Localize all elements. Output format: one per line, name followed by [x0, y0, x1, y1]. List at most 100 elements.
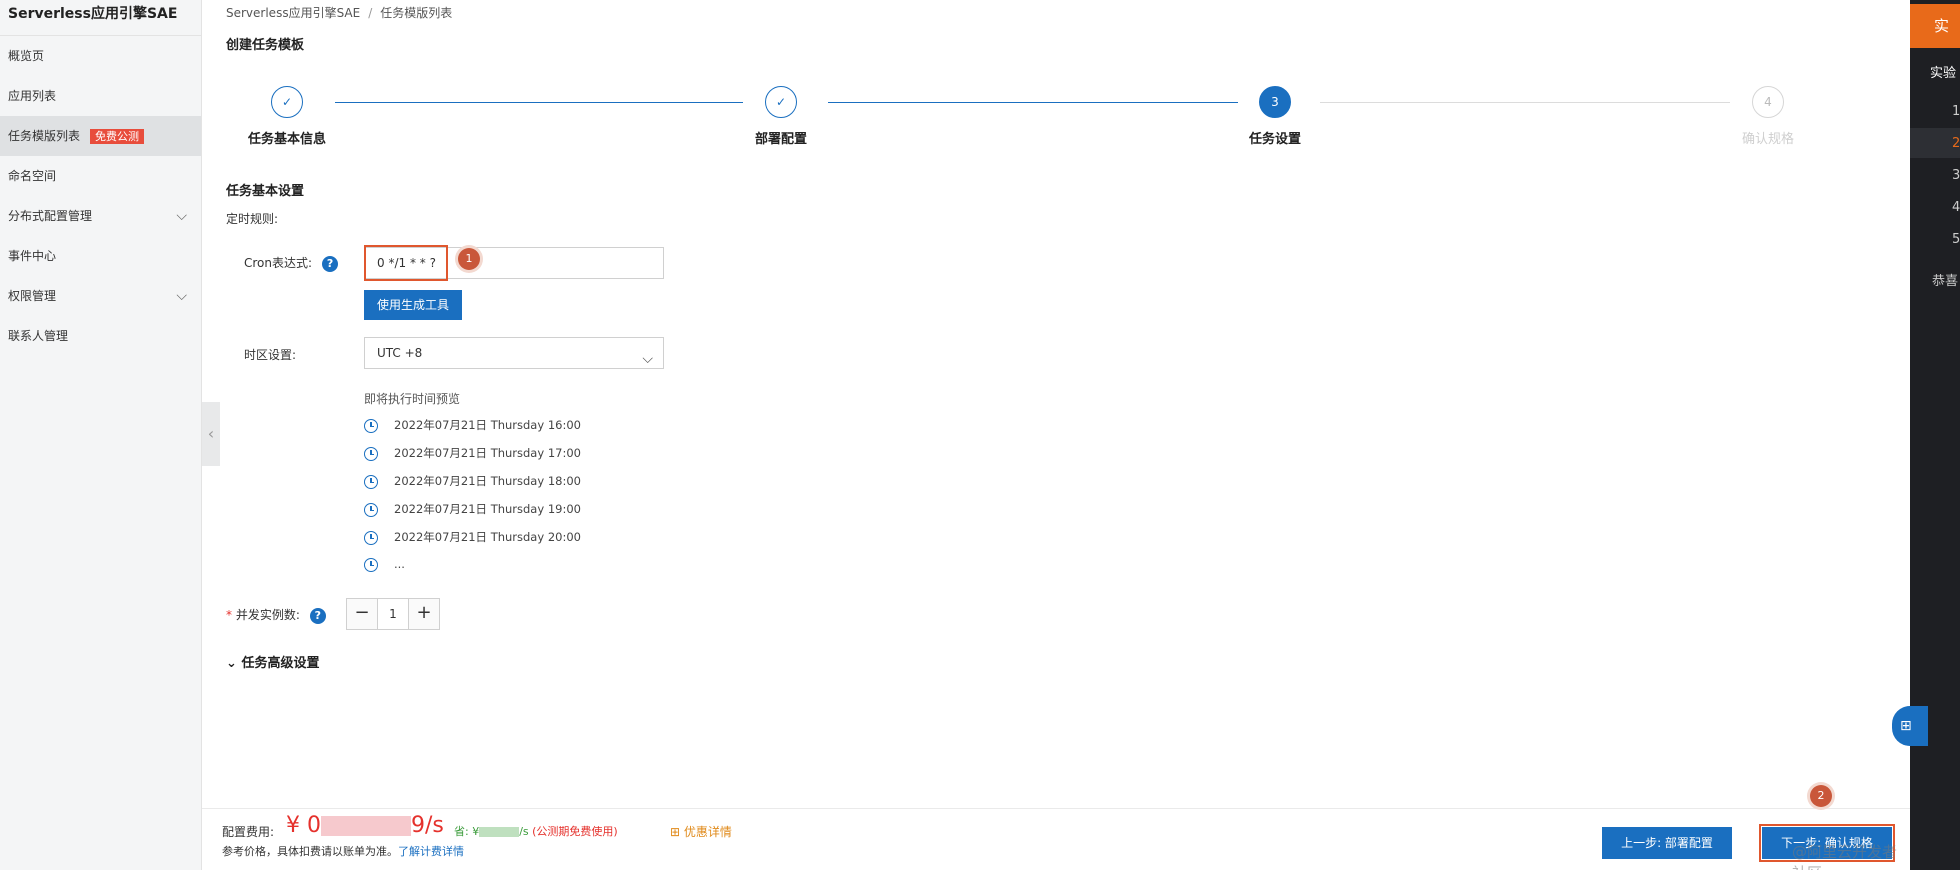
step-label: 确认规格 [1741, 132, 1794, 147]
step-label: 任务设置 [1248, 132, 1301, 147]
lab-step-number[interactable]: 3 [1952, 168, 1960, 183]
clock-icon [364, 502, 378, 517]
annotation-highlight [364, 245, 448, 281]
clock-icon [364, 557, 378, 572]
preview-time: 2022年07月21日 Thursday 18:00 [394, 474, 581, 488]
lab-heading: 实验 [1930, 66, 1957, 81]
fee-prefix: ¥ 0 [286, 813, 321, 838]
clock-icon [364, 446, 378, 461]
page-title: 创建任务模板 [226, 38, 305, 53]
sidebar-collapse-handle[interactable]: ‹ [202, 402, 220, 466]
watermark: @阿里云开发者社区 [1792, 843, 1898, 870]
decrement-button[interactable]: − [347, 599, 377, 629]
lab-congrats: 恭喜 [1932, 274, 1959, 289]
sidebar-item-event-center[interactable]: 事件中心 [0, 236, 201, 276]
lab-tab[interactable]: 实验 [1910, 4, 1960, 48]
breadcrumb-current[interactable]: 任务模版列表 [380, 6, 452, 20]
lab-step-number[interactable]: 4 [1952, 200, 1960, 215]
sidebar-item-namespaces[interactable]: 命名空间 [0, 156, 201, 196]
list-item: 2022年07月21日 Thursday 20:00 [364, 529, 581, 549]
sidebar-item-label: 事件中心 [8, 249, 57, 263]
breadcrumb-root[interactable]: Serverless应用引擎SAE [226, 6, 360, 20]
required-mark: * [226, 608, 232, 622]
help-icon[interactable]: ? [322, 255, 339, 272]
preview-title: 即将执行时间预览 [364, 392, 461, 406]
clock-icon [364, 474, 378, 489]
preview-time: 2022年07月21日 Thursday 17:00 [394, 446, 581, 460]
step-label: 部署配置 [754, 132, 807, 147]
chevron-down-icon: ⌄ [226, 656, 237, 671]
list-item: 2022年07月21日 Thursday 16:00 [364, 417, 581, 437]
lab-step-number[interactable]: 2 [1952, 136, 1960, 151]
step-deploy-config: ✓ 部署配置 [701, 86, 861, 147]
help-icon[interactable]: ? [309, 607, 326, 624]
fee-suffix: 9/s [411, 813, 444, 838]
gift-icon: ⊞ [670, 825, 681, 839]
sidebar-item-contacts[interactable]: 联系人管理 [0, 316, 201, 356]
use-generator-button[interactable]: 使用生成工具 [364, 290, 462, 320]
sidebar-item-config-management[interactable]: 分布式配置管理 ⌵ [0, 196, 201, 236]
sidebar-item-label: 权限管理 [8, 289, 57, 303]
check-icon: ✓ [765, 86, 797, 118]
increment-button[interactable]: + [409, 599, 439, 629]
breadcrumb-separator: / [368, 6, 373, 20]
floating-grid-icon[interactable]: ⊞ [1892, 706, 1928, 746]
concurrency-input[interactable]: 1 [377, 599, 409, 629]
sidebar-item-label: 联系人管理 [8, 329, 69, 343]
chevron-left-icon: ‹ [207, 424, 215, 443]
promo-link[interactable]: ⊞ 优惠详情 [670, 823, 732, 840]
step-basic-info: ✓ 任务基本信息 [207, 86, 367, 147]
sidebar-title: Serverless应用引擎SAE [0, 0, 201, 36]
sidebar-item-label: 概览页 [8, 49, 45, 63]
check-icon: ✓ [271, 86, 303, 118]
annotation-marker: 1 [458, 248, 480, 270]
fee-value: ¥ 0 9/s [286, 813, 444, 838]
step-confirm-spec: 4 确认规格 [1688, 86, 1848, 147]
step-indicator: ✓ 任务基本信息 ✓ 部署配置 3 任务设置 4 确认规格 [220, 86, 1910, 156]
lab-step-number[interactable]: 5 [1952, 232, 1960, 247]
savings-prefix: 省: ¥ [454, 825, 480, 838]
step-connector [828, 102, 1238, 103]
footer-bar: 配置费用: ¥ 0 9/s 省: ¥ /s (公测期免费使用) ⊞ 优惠详情 参考价… [202, 785, 1910, 870]
timezone-label: 时区设置: [244, 348, 297, 362]
preview-time: 2022年07月21日 Thursday 19:00 [394, 502, 581, 516]
step-connector [1320, 102, 1730, 103]
timezone-select[interactable]: UTC +8 ⌵ [364, 337, 664, 369]
cron-label-text: Cron表达式: [244, 256, 313, 270]
concurrency-label: * 并发实例数:? [226, 606, 326, 624]
preview-time: 2022年07月21日 Thursday 16:00 [394, 418, 581, 432]
advanced-settings-toggle[interactable]: ⌄ 任务高级设置 [226, 652, 319, 671]
annotation-marker: 2 [1810, 785, 1832, 807]
list-item: ... [364, 557, 405, 577]
breadcrumb: Serverless应用引擎SAE / 任务模版列表 [226, 4, 452, 21]
prev-step-button[interactable]: 上一步: 部署配置 [1602, 827, 1732, 859]
redacted-fee [321, 816, 411, 836]
timing-rule-label: 定时规则: [226, 212, 279, 226]
step-task-settings: 3 任务设置 [1195, 86, 1355, 147]
clock-icon [364, 530, 378, 545]
lab-step-number[interactable]: 1 [1952, 104, 1960, 119]
redacted-savings [479, 827, 520, 837]
sidebar-item-label: 分布式配置管理 [8, 209, 93, 223]
section-title: 任务基本设置 [226, 184, 305, 199]
step-number: 3 [1259, 86, 1291, 118]
savings-note: (公测期免费使用) [532, 825, 618, 838]
sidebar-item-apps[interactable]: 应用列表 [0, 76, 201, 116]
sidebar-item-overview[interactable]: 概览页 [0, 36, 201, 76]
app: Serverless应用引擎SAE 概览页 应用列表 任务模版列表 免费公测 命名… [0, 0, 1960, 870]
sidebar-item-job-templates[interactable]: 任务模版列表 免费公测 [0, 116, 201, 156]
timezone-value: UTC +8 [377, 346, 423, 360]
concurrency-stepper: − 1 + [346, 598, 440, 630]
fee-label: 配置费用: [222, 825, 275, 839]
main-content: Serverless应用引擎SAE / 任务模版列表 创建任务模板 ✓ 任务基本信息… [220, 0, 1910, 870]
chevron-down-icon[interactable]: ⌵ [176, 276, 187, 316]
sidebar-item-label: 命名空间 [8, 169, 57, 183]
preview-time: 2022年07月21日 Thursday 20:00 [394, 530, 581, 544]
chevron-down-icon[interactable]: ⌵ [176, 196, 187, 236]
sidebar-item-label: 应用列表 [8, 89, 57, 103]
sidebar: Serverless应用引擎SAE 概览页 应用列表 任务模版列表 免费公测 命名… [0, 0, 202, 870]
sidebar-item-permissions[interactable]: 权限管理 ⌵ [0, 276, 201, 316]
step-connector [335, 102, 743, 103]
savings-suffix: /s [519, 825, 529, 838]
billing-details-link[interactable]: 了解计费详情 [398, 845, 464, 858]
